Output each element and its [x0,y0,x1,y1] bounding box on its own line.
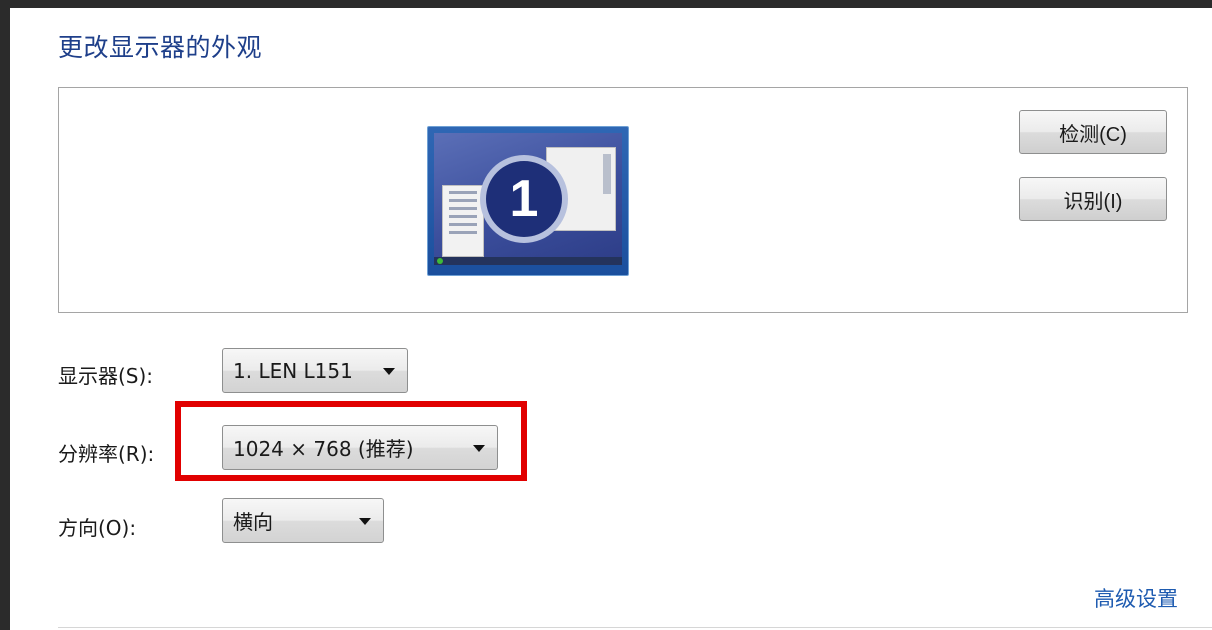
orientation-label: 方向(O): [58,516,137,540]
monitor-screen: 1 [434,133,622,265]
display-select-value: 1. LEN L151 [233,358,353,383]
monitor-number-badge: 1 [480,155,568,243]
page-title: 更改显示器的外观 [58,33,263,62]
resolution-label: 分辨率(R): [58,442,155,466]
display-select[interactable]: 1. LEN L151 [222,348,408,393]
monitor-thumbnail[interactable]: 1 [427,126,629,276]
orientation-select[interactable]: 横向 [222,498,384,543]
advanced-settings-link[interactable]: 高级设置 [1094,583,1178,613]
chevron-down-icon [383,368,395,375]
divider [58,627,1212,628]
chevron-down-icon [359,518,371,525]
identify-button[interactable]: 识别(I) [1019,177,1167,221]
resolution-highlight-box [175,401,527,481]
taskbar-thumbnail [434,257,622,265]
monitor-preview-area: 1 检测(C) 识别(I) [58,87,1188,313]
orientation-select-value: 横向 [233,510,273,534]
window-thumbnail-left [442,185,484,257]
display-settings-panel: 更改显示器的外观 1 检测(C) 识别(I) 显示器(S): 1. LEN L1… [10,8,1212,630]
display-label: 显示器(S): [58,364,154,388]
detect-button[interactable]: 检测(C) [1019,110,1167,154]
